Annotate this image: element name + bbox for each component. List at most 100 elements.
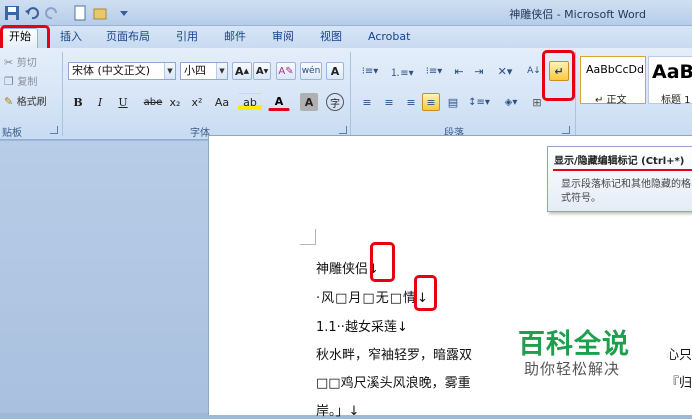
font-color-button[interactable]: A (268, 93, 290, 111)
increase-indent-button[interactable]: ⇥ (470, 62, 488, 80)
multilevel-list-button[interactable]: ⁝≡▾ (420, 62, 448, 80)
align-center-icon: ≡ (384, 95, 394, 109)
distributed-button[interactable]: ▤ (444, 93, 462, 111)
chinese-layout-button[interactable]: ✕▾ (492, 62, 518, 80)
tab-mailings[interactable]: 邮件 (224, 29, 246, 47)
copy-label: 复制 (17, 77, 38, 88)
clipboard-dialog-launcher[interactable] (50, 126, 58, 134)
sort-button[interactable]: A↓ (524, 62, 544, 80)
qat-customize-icon[interactable] (116, 5, 132, 21)
document-line-4[interactable]: 秋水畔，窄袖轻罗，暗露双 (316, 344, 472, 363)
justify-button[interactable]: ≡ (422, 93, 440, 111)
bold-button[interactable]: B (70, 93, 86, 111)
grow-font-icon: A (235, 64, 244, 78)
chinese-layout-icon: ✕▾ (497, 64, 513, 78)
copy-icon: ❐ (4, 75, 14, 88)
window-title: 神雕侠侣 - Microsoft Word (509, 8, 646, 21)
style-heading-1[interactable]: AaB 标题 1 (648, 56, 692, 106)
align-left-button[interactable]: ≡ (358, 93, 376, 111)
font-size-combo[interactable]: 小四 ▼ (180, 62, 228, 80)
align-right-button[interactable]: ≡ (402, 93, 420, 111)
bullets-button[interactable]: ⁝≡▾ (356, 62, 384, 80)
decrease-indent-button[interactable]: ⇤ (450, 62, 468, 80)
copy-button[interactable]: ❐ 复制 (4, 73, 56, 89)
tooltip-title: 显示/隐藏编辑标记 (Ctrl+*) (554, 156, 685, 167)
tab-acrobat[interactable]: Acrobat (368, 29, 410, 47)
margin-corner-mark (300, 229, 316, 245)
superscript-button[interactable]: x² (188, 93, 206, 111)
font-dialog-launcher[interactable] (339, 126, 347, 134)
tab-review[interactable]: 审阅 (272, 29, 294, 47)
tooltip-show-hide-marks: 显示/隐藏编辑标记 (Ctrl+*) 显示段落标记和其他隐藏的格式符号。 (547, 146, 692, 212)
title-bar: 神雕侠侣 - Microsoft Word (0, 0, 692, 26)
format-painter-button[interactable]: ✎ 格式刷 (4, 93, 58, 109)
group-separator (575, 52, 576, 136)
char-shading-button[interactable]: A (300, 93, 318, 111)
clear-format-button[interactable]: A✎ (276, 62, 296, 80)
open-icon[interactable] (92, 5, 108, 21)
shrink-font-button[interactable]: A ▼ (253, 62, 271, 80)
bullets-icon: ⁝≡▾ (361, 65, 379, 77)
tooltip-body: 显示段落标记和其他隐藏的格式符号。 (561, 179, 691, 204)
paragraph-dialog-launcher[interactable] (562, 126, 570, 134)
document-line-3[interactable]: 1.1··越女采莲↓ (316, 316, 408, 335)
ribbon-tab-row: 开始 插入 页面布局 引用 邮件 审阅 视图 Acrobat (0, 26, 692, 49)
increase-indent-icon: ⇥ (474, 64, 484, 78)
font-name-combo[interactable]: 宋体 (中文正文) ▼ (68, 62, 176, 80)
font-name-value: 宋体 (中文正文) (72, 64, 151, 77)
cut-label: 剪切 (16, 58, 37, 69)
numbering-icon: ⒈≡▾ (390, 67, 414, 79)
numbering-button[interactable]: ⒈≡▾ (388, 62, 416, 80)
ribbon: ✂ 剪切 ❐ 复制 ✎ 格式刷 贴板 宋体 (中文正文) ▼ 小四 ▼ A ▲ A… (0, 48, 692, 140)
underline-button[interactable]: U (112, 93, 134, 111)
document-line-5[interactable]: □□鸡尺溪头风浪晚，雾重 (316, 372, 471, 391)
undo-icon[interactable] (24, 5, 40, 21)
highlight-paragraph-mark-2 (414, 275, 437, 311)
redo-icon[interactable] (44, 5, 60, 21)
clipboard-group-label: 贴板 (2, 128, 22, 139)
watermark-subtitle: 助你轻松解决 (524, 360, 621, 378)
italic-button[interactable]: I (92, 93, 108, 111)
align-left-icon: ≡ (362, 95, 372, 109)
line-spacing-button[interactable]: ↕≡▾ (466, 93, 492, 111)
highlight-show-hide-button (542, 50, 575, 101)
group-separator (350, 52, 351, 136)
tab-page-layout[interactable]: 页面布局 (106, 29, 150, 47)
sort-icon: A↓ (527, 66, 541, 76)
tab-references[interactable]: 引用 (176, 29, 198, 47)
style-heading-1-sample: AaB (652, 61, 692, 83)
multilevel-list-icon: ⁝≡▾ (425, 65, 443, 77)
scissors-icon: ✂ (4, 56, 14, 69)
style-normal-sample: AaBbCcDd (586, 63, 644, 76)
decrease-indent-icon: ⇤ (454, 64, 464, 78)
style-normal[interactable]: AaBbCcDd ↵ 正文 (580, 56, 646, 106)
tab-insert[interactable]: 插入 (60, 29, 82, 47)
align-center-button[interactable]: ≡ (380, 93, 398, 111)
chevron-down-icon[interactable]: ▼ (216, 63, 227, 79)
line-spacing-icon: ↕≡▾ (468, 96, 490, 108)
document-line-2[interactable]: ·风□月□无□情↓ (316, 287, 429, 306)
borders-icon: ⊞ (532, 95, 542, 109)
char-border-button[interactable]: A (326, 62, 344, 80)
style-normal-name: ↵ 正文 (595, 95, 627, 106)
strikethrough-button[interactable]: abe (142, 93, 164, 111)
distributed-icon: ▤ (447, 95, 459, 109)
subscript-button[interactable]: x₂ (166, 93, 184, 111)
font-size-value: 小四 (184, 64, 206, 77)
cut-button[interactable]: ✂ 剪切 (4, 54, 56, 70)
chevron-down-icon[interactable]: ▼ (164, 63, 175, 79)
phonetic-guide-button[interactable]: wén (300, 62, 322, 80)
tab-view[interactable]: 视图 (320, 29, 342, 47)
new-document-icon[interactable] (72, 5, 88, 21)
format-painter-label: 格式刷 (16, 97, 47, 108)
grow-font-button[interactable]: A ▲ (232, 62, 252, 80)
font-group-label: 字体 (190, 128, 210, 139)
watermark-logo: 百科全说 助你轻松解决 (500, 318, 670, 382)
align-right-icon: ≡ (406, 95, 416, 109)
enclose-char-button[interactable]: 字 (326, 93, 344, 111)
save-icon[interactable] (4, 5, 20, 21)
change-case-button[interactable]: Aa (210, 93, 234, 111)
shading-button[interactable]: ◈▾ (498, 93, 524, 111)
document-line-6[interactable]: 岸。」↓ (316, 400, 359, 419)
highlight-button[interactable]: ab (238, 93, 262, 111)
